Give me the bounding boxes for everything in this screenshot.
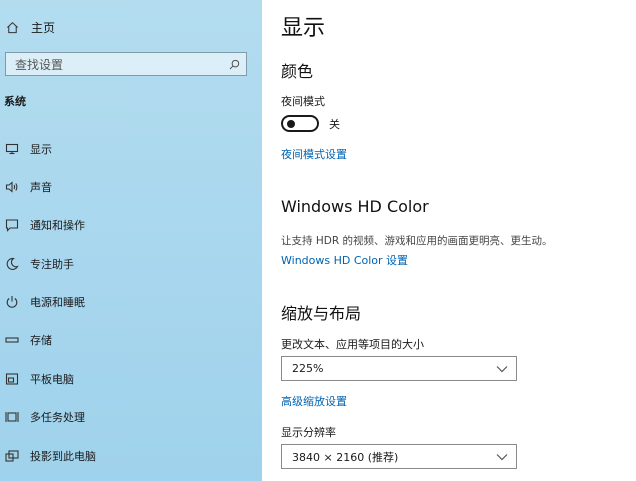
sidebar-item-label: 显示: [30, 143, 52, 156]
page-title: 显示: [281, 16, 326, 41]
chevron-down-icon: [496, 453, 508, 460]
resolution-dropdown[interactable]: 3840 × 2160 (推荐): [281, 444, 517, 469]
storage-icon: [4, 332, 20, 348]
home-icon: [7, 21, 18, 33]
sidebar-item-display[interactable]: 显示: [4, 139, 254, 159]
sidebar-item-label: 通知和操作: [30, 219, 85, 232]
hd-color-settings-link[interactable]: Windows HD Color 设置: [281, 252, 408, 268]
multitask-icon: [4, 409, 20, 425]
scale-value: 225%: [292, 362, 324, 375]
sidebar-item-label: 存储: [30, 334, 52, 347]
sidebar-item-notifications[interactable]: 通知和操作: [4, 215, 254, 235]
night-mode-settings-link[interactable]: 夜间模式设置: [281, 146, 347, 162]
scale-label: 更改文本、应用等项目的大小: [281, 338, 424, 351]
speaker-icon: [4, 179, 20, 195]
sidebar-item-label: 电源和睡眠: [30, 296, 85, 309]
search-icon: [229, 59, 240, 69]
toggle-state-text: 关: [329, 117, 340, 131]
tablet-icon: [4, 371, 20, 387]
sidebar-item-project[interactable]: 投影到此电脑: [4, 446, 254, 466]
power-icon: [4, 294, 20, 310]
notification-icon: [4, 217, 20, 233]
night-mode-label: 夜间模式: [281, 95, 325, 108]
sidebar-item-label: 投影到此电脑: [30, 450, 96, 463]
resolution-value: 3840 × 2160 (推荐): [292, 450, 399, 464]
sidebar-item-label: 声音: [30, 181, 52, 194]
search-input[interactable]: 查找设置: [5, 52, 247, 76]
sidebar: 主页 查找设置 系统 显示 声音 通知和操作 专注助手 电源和睡眠 存储 平板电…: [0, 0, 262, 481]
sidebar-item-label: 多任务处理: [30, 411, 85, 424]
sidebar-item-sound[interactable]: 声音: [4, 177, 254, 197]
sidebar-item-multitasking[interactable]: 多任务处理: [4, 407, 254, 427]
scale-dropdown[interactable]: 225%: [281, 356, 517, 381]
section-label-system: 系统: [4, 95, 26, 108]
search-placeholder: 查找设置: [15, 57, 64, 72]
sidebar-item-power-sleep[interactable]: 电源和睡眠: [4, 292, 254, 312]
night-mode-toggle[interactable]: [281, 115, 319, 132]
home-nav[interactable]: 主页: [6, 17, 55, 37]
scale-layout-heading: 缩放与布局: [281, 304, 362, 323]
advanced-scaling-link[interactable]: 高级缩放设置: [281, 393, 347, 409]
sidebar-item-label: 平板电脑: [30, 373, 74, 386]
main-content: 显示 颜色 夜间模式 关 夜间模式设置 Windows HD Color 让支持…: [281, 0, 636, 481]
chevron-down-icon: [496, 365, 508, 372]
hd-color-heading: Windows HD Color: [281, 197, 429, 216]
color-heading: 颜色: [281, 62, 314, 81]
night-mode-toggle-row: 关: [281, 115, 340, 132]
resolution-label: 显示分辨率: [281, 426, 336, 439]
moon-icon: [4, 256, 20, 272]
project-icon: [4, 448, 20, 464]
hd-color-description: 让支持 HDR 的视频、游戏和应用的画面更明亮、更生动。: [281, 235, 553, 247]
sidebar-item-focus-assist[interactable]: 专注助手: [4, 254, 254, 274]
monitor-icon: [4, 141, 20, 157]
home-label: 主页: [31, 20, 56, 35]
toggle-knob: [287, 120, 295, 128]
sidebar-item-tablet[interactable]: 平板电脑: [4, 369, 254, 389]
sidebar-item-label: 专注助手: [30, 258, 74, 271]
sidebar-item-storage[interactable]: 存储: [4, 330, 254, 350]
